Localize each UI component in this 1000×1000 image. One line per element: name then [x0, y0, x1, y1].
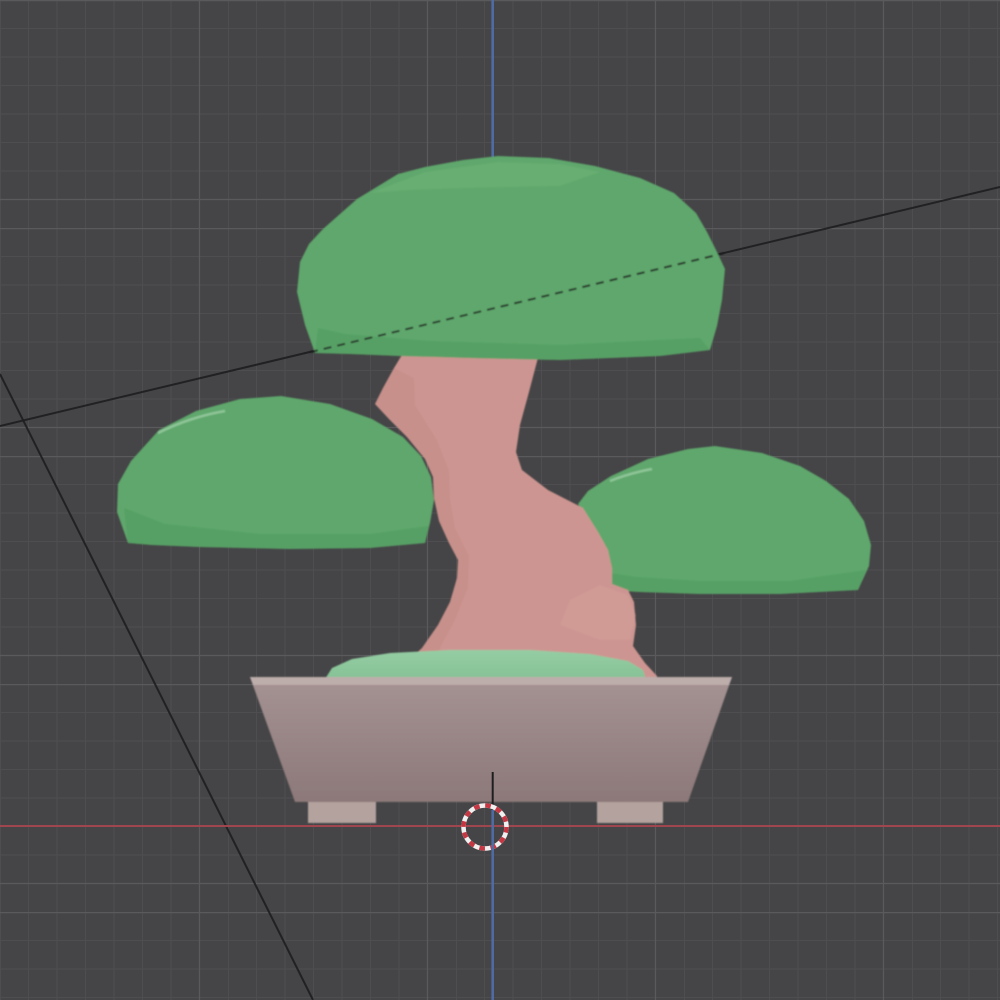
bonsai-pot[interactable]: [250, 677, 732, 823]
pot-foot-left[interactable]: [308, 802, 376, 823]
pot-rim: [250, 677, 732, 685]
viewport-3d[interactable]: [0, 0, 1000, 1000]
pot-body[interactable]: [250, 677, 732, 802]
pot-foot-right[interactable]: [597, 802, 663, 823]
